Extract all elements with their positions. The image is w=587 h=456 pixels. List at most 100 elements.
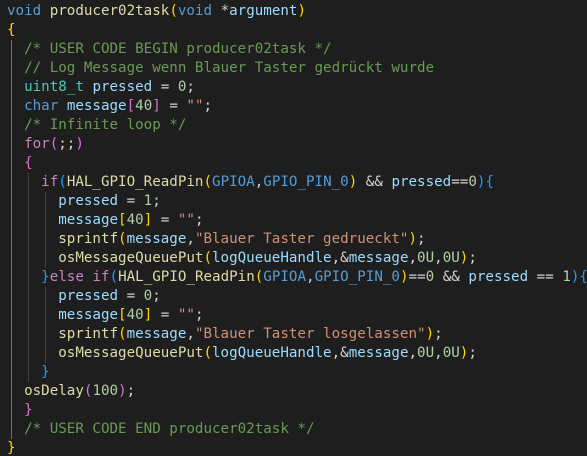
token-variable: argument (229, 3, 298, 19)
token-brace-b: ( (58, 174, 67, 190)
token-variable: pressed (468, 269, 529, 285)
token-comment: /* USER CODE END producer02task */ (24, 421, 315, 437)
token-variable: message (348, 250, 409, 266)
token-function: osMessageQueuePut (58, 345, 204, 361)
token-comment: /* USER CODE BEGIN producer02task */ (24, 41, 332, 57)
code-line[interactable]: for(;;) (7, 135, 84, 154)
token-number: 0 (143, 288, 153, 304)
token-number: 0U (442, 345, 460, 361)
token-control: else (49, 269, 84, 285)
token-plain: && (357, 174, 392, 190)
code-line[interactable]: pressed = 0; (7, 287, 161, 306)
code-line[interactable]: pressed = 1; (7, 192, 161, 211)
token-variable: message (348, 345, 409, 361)
token-plain: ,& (331, 345, 349, 361)
token-plain: == (451, 174, 469, 190)
code-line[interactable]: } (7, 401, 33, 420)
token-brace-y: ( (118, 326, 127, 342)
token-brace-y: ( (203, 345, 213, 361)
token-string: "" (186, 98, 204, 114)
token-macro: GPIOA (263, 269, 307, 285)
code-line[interactable]: message[40] = ""; (7, 306, 204, 325)
token-plain: , (186, 231, 195, 247)
token-plain: = (152, 307, 178, 323)
token-number: 0U (442, 250, 460, 266)
token-plain: , (408, 250, 418, 266)
token-variable: logQueueHandle (212, 250, 332, 266)
code-line[interactable]: osDelay(100); (7, 382, 135, 401)
token-function: osMessageQueuePut (58, 250, 204, 266)
code-line[interactable]: sprintf(message,"Blauer Taster gedrueckt… (7, 230, 426, 249)
token-brace-p: { (24, 155, 33, 171)
token-brace-y: [ (118, 212, 127, 228)
token-number: 100 (92, 383, 119, 399)
code-line[interactable]: osMessageQueuePut(logQueueHandle,&messag… (7, 249, 477, 268)
code-line[interactable]: // Log Message wenn Blauer Taster gedrüc… (7, 59, 434, 78)
code-line[interactable]: /* USER CODE END producer02task */ (7, 420, 315, 439)
token-function: sprintf (58, 231, 119, 247)
token-number: 0 (425, 269, 435, 285)
token-brace-b: ( (109, 269, 119, 285)
code-line[interactable]: osMessageQueuePut(logQueueHandle,&messag… (7, 344, 477, 363)
code-line[interactable]: /* Infinite loop */ (7, 116, 186, 135)
token-plain: ; (152, 193, 161, 209)
token-variable: pressed (58, 193, 119, 209)
token-brace-p: ( (49, 136, 59, 152)
code-line[interactable]: sprintf(message,"Blauer Taster losgelass… (7, 325, 442, 344)
code-line[interactable]: uint8_t pressed = 0; (7, 78, 195, 97)
token-plain: = (118, 193, 144, 209)
token-variable: message (58, 212, 119, 228)
token-string: "" (177, 212, 195, 228)
token-number: 40 (126, 212, 144, 228)
code-line[interactable]: if(HAL_GPIO_ReadPin(GPIOA,GPIO_PIN_0) &&… (7, 173, 494, 192)
token-variable: pressed (92, 79, 153, 95)
token-plain: ; (194, 307, 204, 323)
token-plain: ;; (58, 136, 76, 152)
token-number: 0 (468, 174, 477, 190)
token-plain: , (434, 250, 443, 266)
token-plain: ; (417, 231, 426, 247)
code-line[interactable]: char message[40] = ""; (7, 97, 212, 116)
code-line[interactable]: }else if(HAL_GPIO_ReadPin(GPIOA,GPIO_PIN… (7, 268, 587, 287)
token-plain: ; (194, 212, 204, 228)
token-plain: , (306, 269, 315, 285)
token-keyword: void (7, 3, 42, 19)
token-brace-y: ) (297, 3, 307, 19)
code-line[interactable]: } (7, 363, 50, 382)
token-number: 40 (126, 307, 144, 323)
token-variable: pressed (58, 288, 119, 304)
code-line[interactable]: } (7, 439, 16, 456)
code-line[interactable]: void producer02task(void *argument) (7, 2, 306, 21)
code-line[interactable]: { (7, 154, 33, 173)
token-variable: message (126, 326, 187, 342)
token-brace-b: } (41, 364, 50, 380)
code-line[interactable]: message[40] = ""; (7, 211, 204, 230)
token-variable: message (66, 98, 127, 114)
code-line[interactable]: /* USER CODE BEGIN producer02task */ (7, 40, 332, 59)
token-plain: = (118, 288, 144, 304)
token-brace-p: } (24, 402, 33, 418)
code-line[interactable]: { (7, 21, 16, 40)
token-brace-y: { (7, 22, 16, 38)
token-number: 1 (562, 269, 571, 285)
token-macro: GPIO_PIN_0 (314, 269, 400, 285)
token-variable: message (126, 231, 187, 247)
token-plain: ; (468, 250, 477, 266)
token-brace-y: ) (348, 174, 358, 190)
token-plain: = (160, 98, 187, 114)
token-number: 0U (417, 345, 435, 361)
token-keyword: char (24, 98, 59, 114)
code-editor[interactable]: void producer02task(void *argument){ /* … (0, 0, 587, 456)
